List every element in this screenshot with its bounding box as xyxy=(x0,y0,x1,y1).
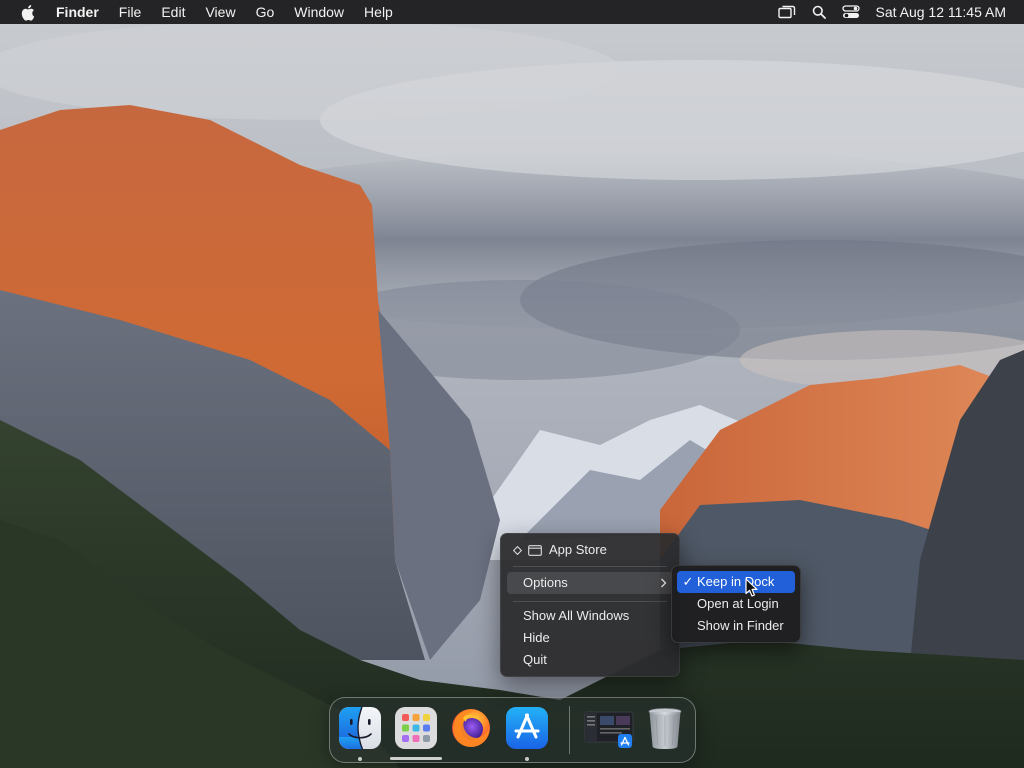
submenu-item-show-in-finder[interactable]: Show in Finder xyxy=(677,615,795,637)
window-icon xyxy=(527,539,543,561)
trash-icon[interactable] xyxy=(643,706,687,750)
context-menu-header[interactable]: App Store xyxy=(507,539,673,561)
menu-item-options-label: Options xyxy=(523,575,568,590)
checkmark-icon: ✓ xyxy=(682,574,694,589)
finder-icon[interactable] xyxy=(338,706,382,750)
menu-bar: Finder File Edit View Go Window Help Sat… xyxy=(0,0,1024,24)
submenu-item-open-at-login[interactable]: Open at Login xyxy=(677,593,795,615)
menu-file[interactable]: File xyxy=(109,0,152,24)
menu-item-quit[interactable]: Quit xyxy=(507,649,673,671)
apple-menu-icon[interactable] xyxy=(18,3,36,21)
dock-separator xyxy=(569,706,570,754)
dock-context-menu: App Store Options Show All Windows Hide … xyxy=(500,533,680,677)
dock xyxy=(329,697,696,763)
diamond-icon xyxy=(511,539,523,561)
menu-separator xyxy=(513,566,667,567)
menubar-clock[interactable]: Sat Aug 12 11:45 AM xyxy=(875,4,1006,20)
app-store-icon[interactable] xyxy=(505,706,549,750)
submenu-item-label: Show in Finder xyxy=(697,618,784,633)
launchpad-icon[interactable] xyxy=(394,706,438,750)
menu-help[interactable]: Help xyxy=(354,0,403,24)
submenu-item-keep-in-dock[interactable]: ✓ Keep in Dock xyxy=(677,571,795,593)
screen-mirroring-icon[interactable] xyxy=(776,0,798,24)
firefox-icon[interactable] xyxy=(449,706,493,750)
control-center-icon[interactable] xyxy=(840,0,862,24)
menu-go[interactable]: Go xyxy=(246,0,285,24)
menu-separator xyxy=(513,601,667,602)
menu-edit[interactable]: Edit xyxy=(151,0,195,24)
menu-view[interactable]: View xyxy=(195,0,245,24)
menu-item-show-all-windows[interactable]: Show All Windows xyxy=(507,605,673,627)
chevron-right-icon xyxy=(660,572,667,594)
options-submenu: ✓ Keep in Dock Open at Login Show in Fin… xyxy=(671,565,801,643)
menu-item-options[interactable]: Options xyxy=(507,572,673,594)
menu-window[interactable]: Window xyxy=(284,0,354,24)
dock-drag-indicator xyxy=(390,757,442,760)
menu-item-hide[interactable]: Hide xyxy=(507,627,673,649)
mouse-cursor-icon xyxy=(745,578,759,598)
submenu-item-label: Open at Login xyxy=(697,596,779,611)
running-indicator xyxy=(525,757,529,761)
search-icon[interactable] xyxy=(808,0,830,24)
submenu-item-label: Keep in Dock xyxy=(697,574,775,589)
app-store-window-thumbnail[interactable] xyxy=(584,706,634,750)
running-indicator xyxy=(358,757,362,761)
context-menu-header-label: App Store xyxy=(549,542,607,557)
menu-finder[interactable]: Finder xyxy=(52,0,109,24)
